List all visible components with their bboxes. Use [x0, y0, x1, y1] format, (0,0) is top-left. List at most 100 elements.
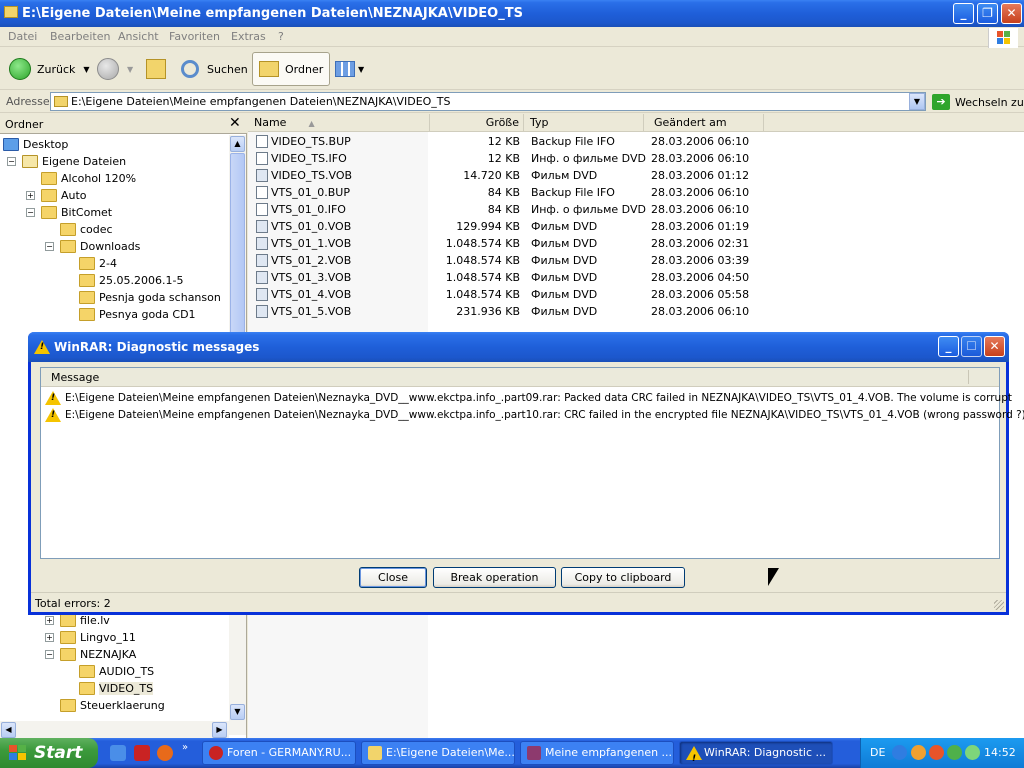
file-row[interactable]: VTS_01_0.BUP 84 KB Backup File IFO 28.03… [248, 184, 768, 201]
language-indicator[interactable]: DE [870, 746, 885, 759]
tree-item-pesnja-goda[interactable]: Pesnja goda schanson [79, 289, 221, 306]
taskbar-item-explorer[interactable]: E:\Eigene Dateien\Me... [361, 741, 515, 765]
clock[interactable]: 14:52 [984, 746, 1016, 759]
scroll-right-button[interactable]: ▶ [212, 722, 227, 738]
file-row[interactable]: VIDEO_TS.BUP 12 KB Backup File IFO 28.03… [248, 133, 768, 150]
scroll-left-button[interactable]: ◀ [1, 722, 16, 738]
folder-icon [41, 189, 57, 202]
file-date: 28.03.2006 06:10 [651, 186, 750, 199]
messages-list[interactable]: Message E:\Eigene Dateien\Meine empfange… [40, 367, 1024, 559]
minimize-button[interactable]: _ [953, 3, 974, 24]
folders-button[interactable]: Ordner [252, 52, 331, 86]
close-button[interactable]: ✕ [984, 336, 1005, 357]
file-row[interactable]: VTS_01_3.VOB 1.048.574 KB Фильм DVD 28.0… [248, 269, 768, 286]
tray-sync-icon[interactable] [947, 745, 962, 760]
scroll-down-button[interactable]: ▼ [230, 704, 245, 720]
column-type[interactable]: Typ [524, 114, 644, 132]
file-row[interactable]: VTS_01_2.VOB 1.048.574 KB Фильм DVD 28.0… [248, 252, 768, 269]
collapse-icon[interactable]: − [45, 242, 54, 251]
copy-to-clipboard-button[interactable]: Copy to clipboard [561, 567, 685, 588]
break-operation-button[interactable]: Break operation [433, 567, 556, 588]
expand-icon[interactable]: + [45, 616, 54, 625]
tree-item-steuerklaerung[interactable]: Steuerklaerung [60, 697, 165, 714]
maximize-button: ☐ [961, 336, 982, 357]
file-row[interactable]: VTS_01_4.VOB 1.048.574 KB Фильм DVD 28.0… [248, 286, 768, 303]
column-name[interactable]: Name ▲ [248, 114, 430, 132]
go-button[interactable]: ➔ Wechseln zu [932, 93, 1024, 111]
tree-item-lingvo[interactable]: Lingvo_11 [60, 629, 136, 646]
back-button[interactable]: Zurück ▼ [9, 52, 90, 86]
collapse-icon[interactable]: − [26, 208, 35, 217]
resize-grip-icon[interactable] [994, 600, 1004, 610]
views-button[interactable]: ▼ [335, 52, 364, 86]
tree-item-video-ts[interactable]: VIDEO_TS [79, 680, 154, 697]
tree-item-label: Lingvo_11 [80, 631, 136, 644]
up-folder-button[interactable] [146, 52, 166, 86]
tree-item-downloads[interactable]: Downloads [60, 238, 140, 255]
tree-item-audio-ts[interactable]: AUDIO_TS [79, 663, 154, 680]
collapse-icon[interactable]: − [7, 157, 16, 166]
minimize-button[interactable]: _ [938, 336, 959, 357]
expand-icon[interactable]: + [45, 633, 54, 642]
taskbar-item-winrar-archive[interactable]: Meine empfangenen ... [520, 741, 674, 765]
tree-item-auto[interactable]: Auto [41, 187, 87, 204]
dialog-titlebar[interactable]: WinRAR: Diagnostic messages _ ☐ ✕ [28, 332, 1009, 362]
chevron-right-icon[interactable]: » [182, 742, 188, 753]
tree-item-2-4[interactable]: 2-4 [79, 255, 117, 272]
tree-item-pesnya-cd1[interactable]: Pesnya goda CD1 [79, 306, 196, 323]
menu-help[interactable]: ? [278, 30, 284, 43]
dialog-title: WinRAR: Diagnostic messages [54, 340, 260, 354]
menu-favoriten[interactable]: Favoriten [169, 30, 220, 43]
tree-item-eigene-dateien[interactable]: Eigene Dateien [22, 153, 126, 170]
tray-app-icon[interactable] [929, 745, 944, 760]
file-row[interactable]: VTS_01_1.VOB 1.048.574 KB Фильм DVD 28.0… [248, 235, 768, 252]
tray-network-icon[interactable] [911, 745, 926, 760]
close-button[interactable]: ✕ [1001, 3, 1022, 24]
tree-item-desktop[interactable]: Desktop [3, 136, 68, 153]
menu-ansicht[interactable]: Ansicht [118, 30, 159, 43]
address-dropdown-button[interactable]: ▼ [909, 93, 925, 110]
chevron-down-icon[interactable]: ▼ [83, 65, 89, 74]
taskbar-item-winrar-diagnostic[interactable]: WinRAR: Diagnostic ... [679, 741, 833, 765]
address-input[interactable]: E:\Eigene Dateien\Meine empfangenen Date… [50, 92, 926, 111]
tree-item-codec[interactable]: codec [60, 221, 113, 238]
explorer-titlebar[interactable]: E:\Eigene Dateien\Meine empfangenen Date… [0, 0, 1024, 27]
column-modified[interactable]: Geändert am [644, 114, 764, 132]
search-button[interactable]: Suchen [181, 52, 248, 86]
file-row[interactable]: VTS_01_0.VOB 129.994 KB Фильм DVD 28.03.… [248, 218, 768, 235]
chevron-down-icon[interactable]: ▼ [127, 65, 133, 74]
menu-bearbeiten[interactable]: Bearbeiten [50, 30, 110, 43]
message-column-header[interactable]: Message [51, 371, 99, 384]
media-player-icon[interactable] [157, 745, 173, 761]
tree-item-bitcomet[interactable]: BitComet [41, 204, 112, 221]
tree-item-label: Auto [61, 189, 87, 202]
file-row[interactable]: VTS_01_0.IFO 84 KB Инф. о фильме DVD 28.… [248, 201, 768, 218]
folder-icon [79, 274, 95, 287]
forward-button[interactable]: ▼ [97, 52, 133, 86]
show-desktop-icon[interactable] [110, 745, 126, 761]
tree-item-alcohol[interactable]: Alcohol 120% [41, 170, 136, 187]
column-size[interactable]: Größe [430, 114, 524, 132]
tree-item-neznajka[interactable]: NEZNAJKA [60, 646, 136, 663]
start-button[interactable]: Start [0, 738, 98, 768]
taskbar-item-foren[interactable]: Foren - GERMANY.RU... [202, 741, 356, 765]
folder-pane-hscrollbar[interactable]: ◀ ▶ [0, 721, 229, 738]
restore-button[interactable]: ❐ [977, 3, 998, 24]
file-row[interactable]: VIDEO_TS.VOB 14.720 KB Фильм DVD 28.03.2… [248, 167, 768, 184]
file-date: 28.03.2006 03:39 [651, 254, 750, 267]
tray-arrow-icon[interactable] [892, 745, 907, 760]
close-dialog-button[interactable]: Close [359, 567, 427, 588]
tree-item-25-05-2006[interactable]: 25.05.2006.1-5 [79, 272, 183, 289]
file-size: 1.048.574 KB [445, 271, 520, 284]
file-row[interactable]: VIDEO_TS.IFO 12 KB Инф. о фильме DVD 28.… [248, 150, 768, 167]
menu-datei[interactable]: Datei [8, 30, 37, 43]
scroll-up-button[interactable]: ▲ [230, 136, 245, 152]
close-icon[interactable]: ✕ [229, 115, 241, 131]
file-row[interactable]: VTS_01_5.VOB 231.936 KB Фильм DVD 28.03.… [248, 303, 768, 320]
collapse-icon[interactable]: − [45, 650, 54, 659]
expand-icon[interactable]: + [26, 191, 35, 200]
opera-icon[interactable] [134, 745, 150, 761]
menu-extras[interactable]: Extras [231, 30, 266, 43]
file-date: 28.03.2006 06:10 [651, 152, 750, 165]
tray-power-icon[interactable] [965, 745, 980, 760]
